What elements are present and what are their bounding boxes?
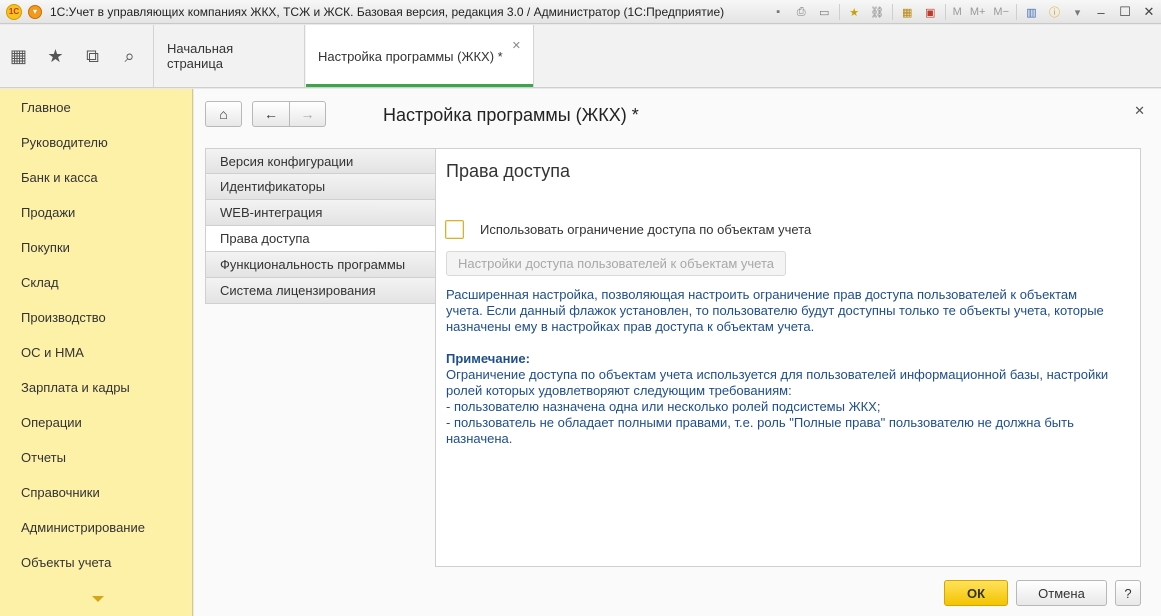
ok-button[interactable]: ОК xyxy=(944,580,1008,606)
save-icon[interactable]: ▪ xyxy=(770,4,787,21)
home-icon: ⌂ xyxy=(219,106,228,122)
tab-home-label: Начальная страница xyxy=(167,41,234,71)
sidebar-item-manager[interactable]: Руководителю xyxy=(21,135,108,150)
form-close-icon[interactable]: ✕ xyxy=(1134,103,1145,119)
main-menu-icon[interactable]: ▾ xyxy=(28,4,42,19)
history-icon[interactable]: ⧉ xyxy=(74,25,111,87)
divider xyxy=(838,4,840,20)
section-identifiers[interactable]: Идентификаторы xyxy=(205,174,436,200)
sidebar-item-reports[interactable]: Отчеты xyxy=(21,450,66,465)
info-icon[interactable]: ⓘ xyxy=(1046,4,1063,21)
arrow-right-icon: → xyxy=(300,106,315,122)
note-title: Примечание: xyxy=(446,351,530,366)
maximize-icon[interactable]: ☐ xyxy=(1113,4,1137,20)
calendar-icon[interactable]: ▣ xyxy=(922,4,939,21)
search-icon[interactable]: ⌕ xyxy=(111,25,148,87)
section-config-version[interactable]: Версия конфигурации xyxy=(205,148,436,174)
tab-close-icon[interactable]: ✕ xyxy=(512,39,521,52)
preview-icon[interactable]: ▭ xyxy=(816,4,833,21)
sidebar-item-warehouse[interactable]: Склад xyxy=(21,275,59,290)
apps-grid-icon[interactable]: ▦ xyxy=(0,25,37,87)
restrict-access-checkbox[interactable] xyxy=(445,220,464,239)
panel-title: Права доступа xyxy=(446,161,571,181)
help-button[interactable]: ? xyxy=(1115,580,1141,606)
user-access-settings-button[interactable]: Настройки доступа пользователей к объект… xyxy=(446,251,786,276)
section-web-integration[interactable]: WEB-интеграция xyxy=(205,200,436,226)
page-title: Настройка программы (ЖКХ) * xyxy=(383,105,639,125)
sidebar-item-bank[interactable]: Банк и касса xyxy=(21,170,98,185)
cancel-button[interactable]: Отмена xyxy=(1016,580,1107,606)
sidebar-item-accounting-objects[interactable]: Объекты учета xyxy=(21,555,111,570)
sidebar-item-operations[interactable]: Операции xyxy=(21,415,82,430)
quick-tools: ▦ ★ ⧉ ⌕ xyxy=(0,25,154,87)
section-list: Версия конфигурации Идентификаторы WEB-и… xyxy=(205,148,436,304)
sidebar-item-main[interactable]: Главное xyxy=(21,100,71,115)
info-text: Расширенная настройка, позволяющая настр… xyxy=(446,287,1116,447)
sidebar: Главное Руководителю Банк и касса Продаж… xyxy=(0,89,193,616)
settings-form: ⌂ ← → Настройка программы (ЖКХ) * ✕ Верс… xyxy=(194,89,1161,616)
arrow-left-icon: ← xyxy=(264,106,278,122)
star-icon[interactable]: ★ xyxy=(37,25,74,87)
section-functionality[interactable]: Функциональность программы xyxy=(205,252,436,278)
tab-settings[interactable]: Настройка программы (ЖКХ) * ✕ xyxy=(306,25,534,87)
chevron-down-icon[interactable]: ▾ xyxy=(1069,4,1086,21)
minimize-icon[interactable]: – xyxy=(1089,5,1113,20)
calculator-icon[interactable]: ▦ xyxy=(899,4,916,21)
home-button[interactable]: ⌂ xyxy=(205,101,242,127)
note-line: - пользователю назначена одна или нескол… xyxy=(446,399,881,414)
window-title: 1С:Учет в управляющих компаниях ЖКХ, ТСЖ… xyxy=(50,4,725,19)
divider xyxy=(891,4,893,20)
tab-settings-label: Настройка программы (ЖКХ) * xyxy=(318,48,503,64)
section-licensing[interactable]: Система лицензирования xyxy=(205,278,436,304)
divider xyxy=(944,4,946,20)
memory-button[interactable]: M xyxy=(953,6,962,18)
memory-minus-button[interactable]: M− xyxy=(993,6,1009,18)
sidebar-item-administration[interactable]: Администрирование xyxy=(21,520,145,535)
close-icon[interactable]: ✕ xyxy=(1137,4,1161,20)
back-button[interactable]: ← xyxy=(252,101,289,127)
restrict-access-label[interactable]: Использовать ограничение доступа по объе… xyxy=(480,222,811,237)
note-line: - пользователь не обладает полными права… xyxy=(446,415,1074,446)
section-toolbar: ▦ ★ ⧉ ⌕ Начальная страница Настройка про… xyxy=(0,25,1161,88)
scroll-down-icon[interactable] xyxy=(92,596,104,602)
link-icon[interactable]: ⛓ xyxy=(869,4,886,21)
description-text: Расширенная настройка, позволяющая настр… xyxy=(446,287,1104,334)
sidebar-item-assets[interactable]: ОС и НМА xyxy=(21,345,84,360)
divider xyxy=(1016,4,1017,20)
sidebar-item-sales[interactable]: Продажи xyxy=(21,205,75,220)
sidebar-item-catalogs[interactable]: Справочники xyxy=(21,485,100,500)
panels-icon[interactable]: ▥ xyxy=(1023,4,1040,21)
app-logo-icon: 1С xyxy=(6,3,22,20)
section-access-rights[interactable]: Права доступа xyxy=(205,226,436,252)
memory-plus-button[interactable]: M+ xyxy=(970,6,986,18)
titlebar-tools: ▪ ⎙ ▭ ★ ⛓ ▦ ▣ M M+ M− ▥ ⓘ ▾ – ☐ ✕ xyxy=(767,0,1161,24)
sidebar-item-production[interactable]: Производство xyxy=(21,310,106,325)
print-icon[interactable]: ⎙ xyxy=(793,4,810,21)
sidebar-item-salary[interactable]: Зарплата и кадры xyxy=(21,380,130,395)
sidebar-item-purchases[interactable]: Покупки xyxy=(21,240,70,255)
access-rights-panel: Права доступа Использовать ограничение д… xyxy=(435,148,1141,567)
favorites-add-icon[interactable]: ★ xyxy=(846,4,863,21)
forward-button[interactable]: → xyxy=(289,101,326,127)
note-line: Ограничение доступа по объектам учета ис… xyxy=(446,367,1109,398)
window-titlebar: 1С ▾ 1С:Учет в управляющих компаниях ЖКХ… xyxy=(0,0,1161,24)
tab-home[interactable]: Начальная страница xyxy=(155,25,305,87)
